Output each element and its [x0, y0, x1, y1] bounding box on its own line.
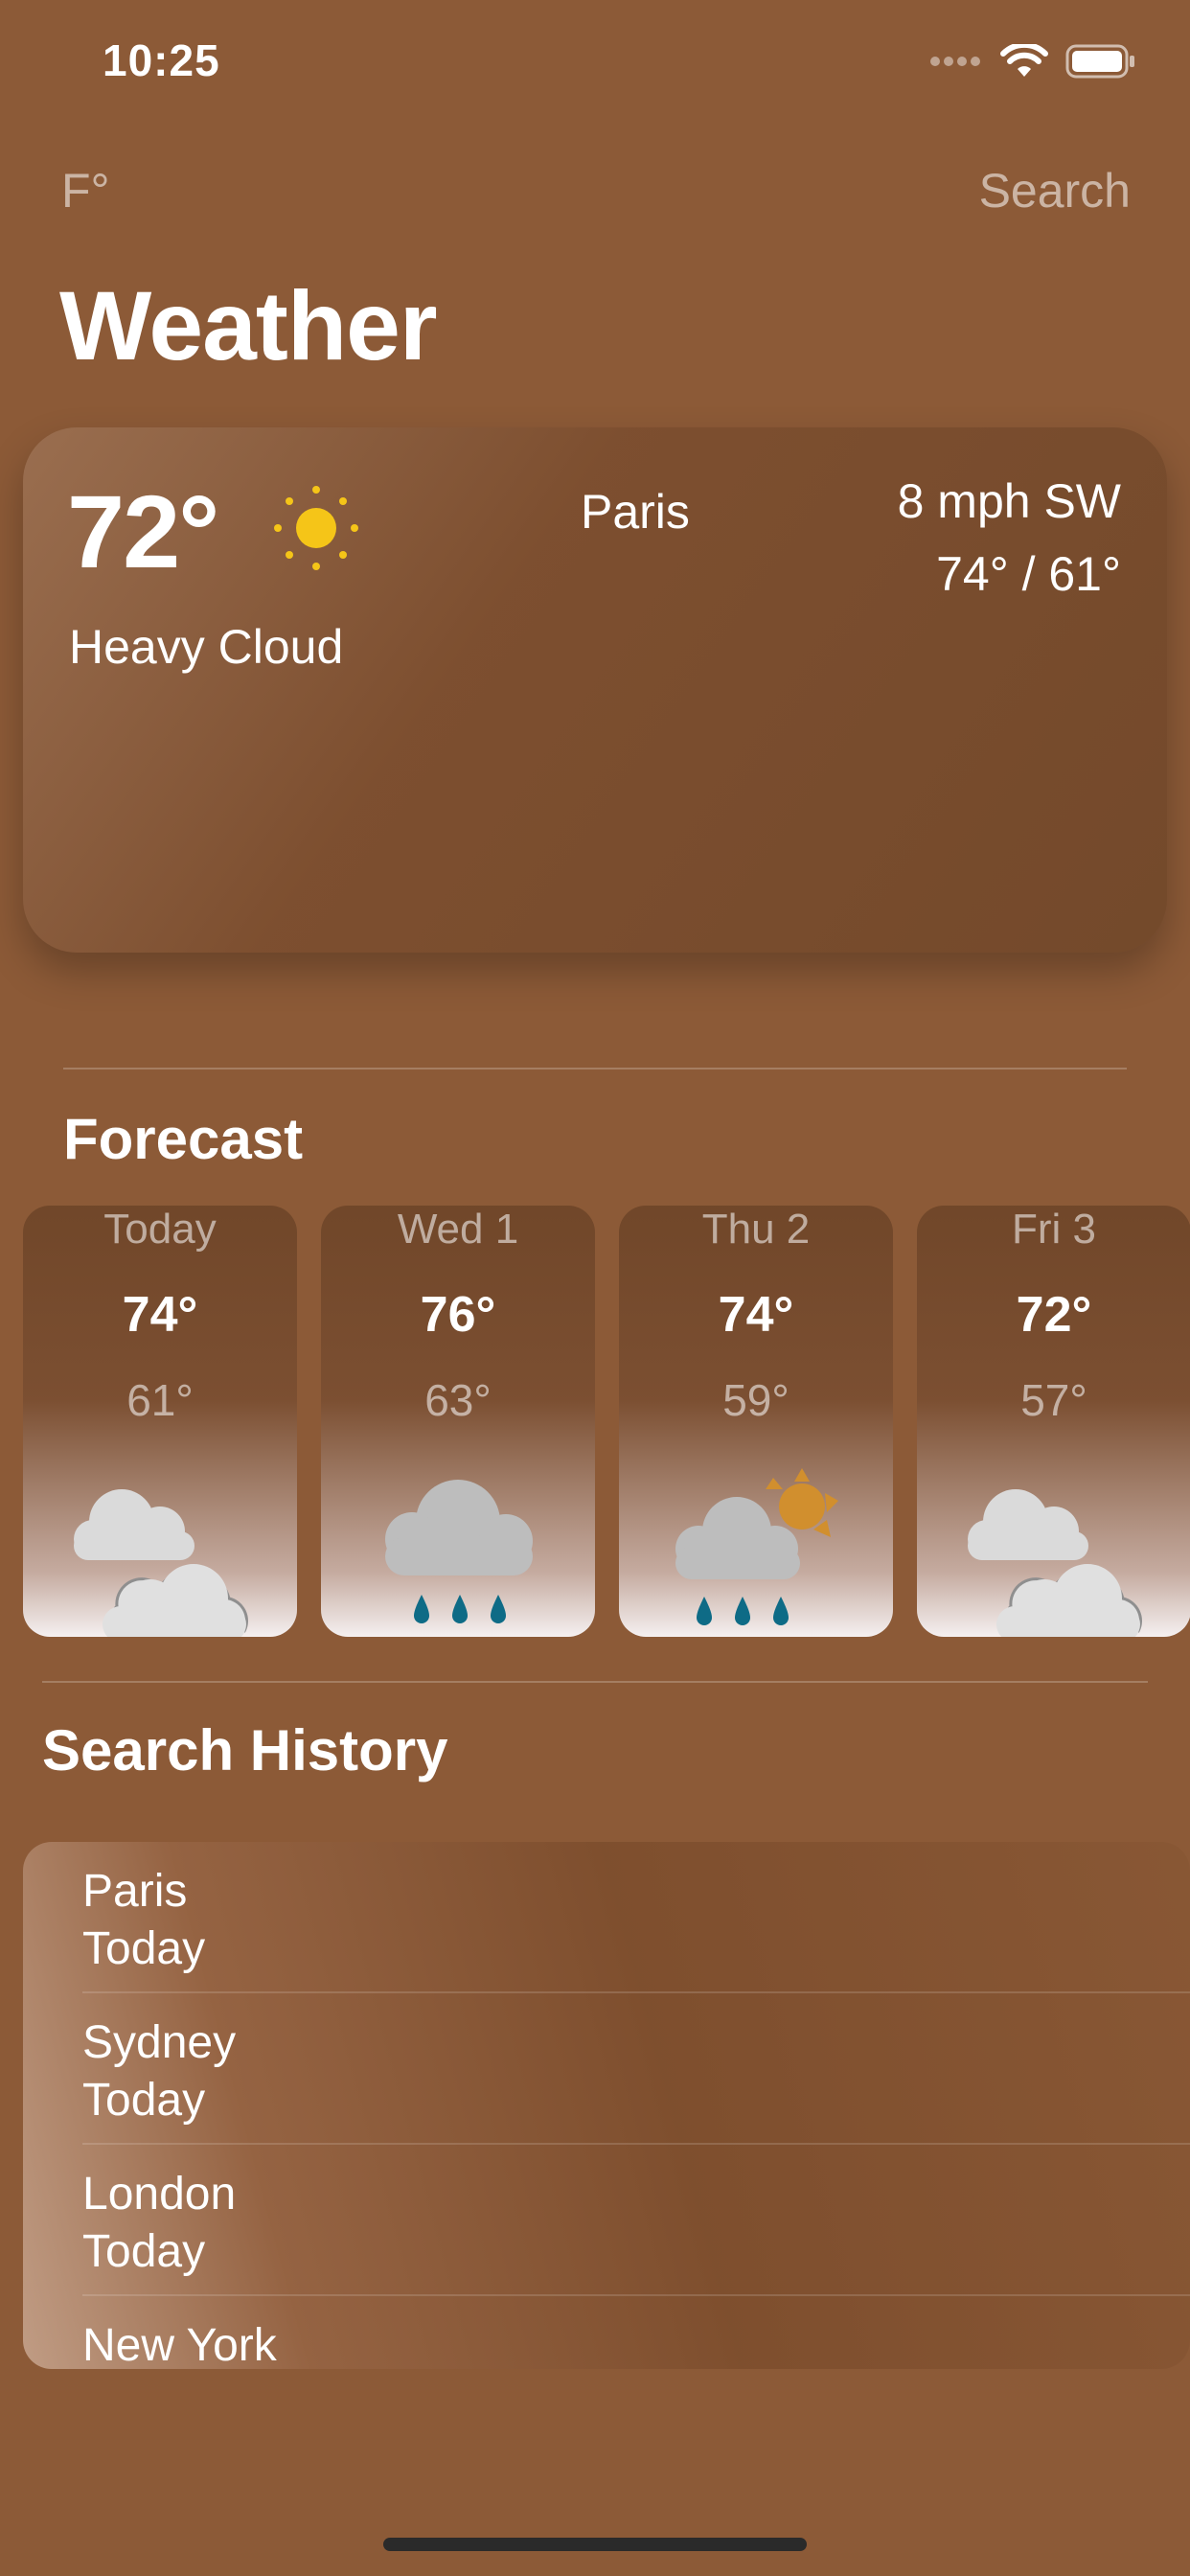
status-time: 10:25 [103, 35, 220, 85]
status-icons [929, 42, 1136, 80]
history-date: Today [82, 2226, 206, 2277]
battery-icon [1065, 44, 1134, 79]
forecast-high: 76° [420, 1287, 496, 1343]
history-item-paris[interactable]: Paris Today [82, 1863, 1190, 1978]
forecast-high: 74° [718, 1287, 794, 1343]
current-city: Paris [581, 485, 690, 539]
current-high-low: 74° / 61° [936, 547, 1121, 601]
forecast-low: 63° [424, 1375, 492, 1425]
forecast-day: Wed 1 [397, 1206, 519, 1253]
forecast-title: Forecast [63, 1107, 304, 1171]
divider [63, 1068, 1127, 1070]
current-wind: 8 mph SW [897, 474, 1121, 528]
search-history-title: Search History [42, 1718, 448, 1782]
unit-toggle-button[interactable]: F° [61, 163, 110, 218]
home-indicator[interactable] [383, 2538, 807, 2551]
list-separator [82, 2143, 1190, 2145]
history-item-sydney[interactable]: Sydney Today [82, 2014, 1190, 2129]
forecast-card-fri[interactable]: Fri 3 72° 57° [917, 1206, 1190, 1637]
forecast-low: 61° [126, 1375, 194, 1425]
forecast-high: 72° [1016, 1287, 1092, 1343]
page-title: Weather [59, 271, 438, 380]
history-date: Today [82, 2075, 206, 2126]
list-separator [82, 1991, 1190, 1993]
history-city: New York [82, 2320, 277, 2369]
history-city: Paris [82, 1866, 188, 1917]
forecast-card-wed[interactable]: Wed 1 76° 63° [321, 1206, 595, 1637]
history-city: London [82, 2169, 237, 2220]
list-separator [82, 2294, 1190, 2296]
current-temperature: 72° [67, 473, 219, 589]
forecast-day: Thu 2 [701, 1206, 811, 1253]
sun-icon [274, 486, 358, 570]
light-cloud-icon [968, 1489, 1142, 1637]
history-city: Sydney [82, 2017, 237, 2068]
light-cloud-icon [74, 1489, 248, 1637]
history-item-new-york[interactable]: New York [82, 2317, 1190, 2369]
wifi-icon [1000, 44, 1048, 77]
forecast-card-today[interactable]: Today 74° 61° [23, 1206, 297, 1637]
forecast-day: Today [103, 1206, 217, 1253]
heavy-rain-icon [385, 1480, 533, 1623]
current-condition: Heavy Cloud [69, 620, 344, 674]
forecast-high: 74° [122, 1287, 198, 1343]
forecast-day: Fri 3 [1012, 1206, 1096, 1253]
history-item-london[interactable]: London Today [82, 2166, 1190, 2281]
search-history-list: Paris Today Sydney Today London Today Ne… [23, 1842, 1190, 2369]
divider [42, 1681, 1148, 1683]
forecast-card-thu[interactable]: Thu 2 74° 59° [619, 1206, 893, 1637]
showers-icon [675, 1468, 838, 1625]
search-button[interactable]: Search [979, 163, 1131, 218]
history-date: Today [82, 1923, 206, 1974]
signal-icon [930, 57, 980, 66]
forecast-low: 57° [1020, 1375, 1087, 1425]
forecast-low: 59° [722, 1375, 790, 1425]
